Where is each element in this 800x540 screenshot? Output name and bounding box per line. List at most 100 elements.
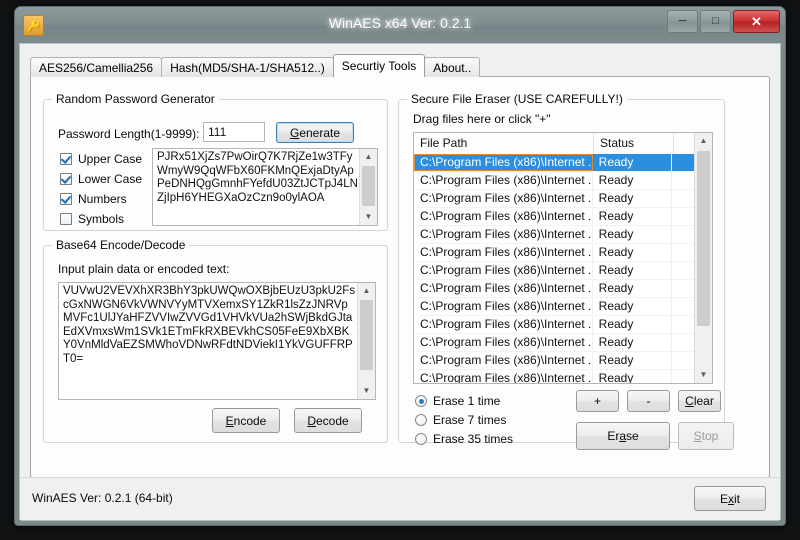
scroll-thumb[interactable] <box>362 166 375 206</box>
cell-file-path: C:\Program Files (x86)\Internet ... <box>414 334 593 351</box>
cell-file-path: C:\Program Files (x86)\Internet ... <box>414 172 593 189</box>
add-file-button-label: + <box>593 394 601 408</box>
remove-file-button[interactable]: - <box>627 390 670 412</box>
option-symbols-label: Symbols <box>78 212 125 226</box>
cell-file-path: C:\Program Files (x86)\Internet ... <box>414 280 593 297</box>
table-row[interactable]: C:\Program Files (x86)\Internet ... Ready <box>414 334 695 352</box>
table-row[interactable]: C:\Program Files (x86)\Internet ... Ready <box>414 172 695 190</box>
scroll-thumb[interactable] <box>697 151 710 326</box>
cell-status: Ready <box>593 244 673 261</box>
scroll-down-icon[interactable]: ▼ <box>358 383 375 399</box>
base64-scrollbar[interactable]: ▲ ▼ <box>357 283 375 399</box>
clear-list-button[interactable]: Clear <box>678 390 721 412</box>
cell-extra <box>672 244 695 261</box>
table-row[interactable]: C:\Program Files (x86)\Internet ... Ready <box>414 370 695 383</box>
column-header-file-path[interactable]: File Path <box>414 133 594 154</box>
cell-file-path: C:\Program Files (x86)\Internet ... <box>414 370 593 383</box>
checkbox-lower-case[interactable] <box>60 173 72 185</box>
cell-extra <box>672 298 695 315</box>
radio-erase-35-times[interactable] <box>415 433 427 445</box>
cell-status: Ready <box>593 334 673 351</box>
cell-status: Ready <box>593 280 673 297</box>
table-row[interactable]: C:\Program Files (x86)\Internet ... Ready <box>414 352 695 370</box>
option-numbers[interactable]: Numbers <box>60 192 127 206</box>
table-row[interactable]: C:\Program Files (x86)\Internet ... Ready <box>414 262 695 280</box>
erase-button[interactable]: Erase <box>576 422 670 450</box>
scroll-up-icon[interactable]: ▲ <box>358 283 375 299</box>
cell-extra <box>672 262 695 279</box>
erase-mode-35-times-label: Erase 35 times <box>433 432 514 446</box>
cell-extra <box>672 370 695 383</box>
option-upper-case-label: Upper Case <box>78 152 143 166</box>
scroll-up-icon[interactable]: ▲ <box>360 149 377 165</box>
erase-mode-7-times-label: Erase 7 times <box>433 413 507 427</box>
exit-button-label: Exit <box>719 491 740 506</box>
erase-mode-1-time-label: Erase 1 time <box>433 394 501 408</box>
title-bar[interactable]: 🔑 WinAES x64 Ver: 0.2.1 ─ □ ✕ <box>15 7 785 43</box>
table-row[interactable]: C:\Program Files (x86)\Internet ... Ready <box>414 298 695 316</box>
tab-hash[interactable]: Hash(MD5/SHA-1/SHA512..) <box>161 57 334 77</box>
base64-group: Base64 Encode/Decode Input plain data or… <box>43 238 388 443</box>
close-button[interactable]: ✕ <box>733 10 780 33</box>
checkbox-upper-case[interactable] <box>60 153 72 165</box>
decode-button-label: Decode <box>307 413 349 428</box>
stop-button: Stop <box>678 422 734 450</box>
scroll-down-icon[interactable]: ▼ <box>695 367 712 383</box>
erase-mode-7-times[interactable]: Erase 7 times <box>415 413 506 427</box>
cell-file-path: C:\Program Files (x86)\Internet ... <box>414 190 593 207</box>
exit-button[interactable]: Exit <box>694 486 766 511</box>
generated-password-output[interactable]: PJRx51XjZs7PwOirQ7K7RjZe1w3TFyWmyW9QqWFb… <box>152 148 378 226</box>
minimize-button[interactable]: ─ <box>667 10 698 33</box>
cell-file-path: C:\Program Files (x86)\Internet ... <box>414 244 593 261</box>
option-upper-case[interactable]: Upper Case <box>60 152 142 166</box>
cell-extra <box>672 172 695 189</box>
stop-button-label: Stop <box>693 429 719 443</box>
decode-button[interactable]: Decode <box>294 408 362 433</box>
table-row[interactable]: C:\Program Files (x86)\Internet ... Ready <box>414 208 695 226</box>
file-list-scrollbar[interactable]: ▲ ▼ <box>694 133 712 383</box>
checkbox-symbols[interactable] <box>60 213 72 225</box>
table-row[interactable]: C:\Program Files (x86)\Internet ... Ready <box>414 154 695 172</box>
secure-file-eraser-group: Secure File Eraser (USE CAREFULLY!) Drag… <box>398 92 734 450</box>
scroll-thumb[interactable] <box>360 300 373 370</box>
column-header-status[interactable]: Status <box>594 133 674 154</box>
cell-extra <box>672 316 695 333</box>
cell-extra <box>672 190 695 207</box>
erase-mode-1-time[interactable]: Erase 1 time <box>415 394 500 408</box>
table-row[interactable]: C:\Program Files (x86)\Internet ... Ready <box>414 190 695 208</box>
scroll-down-icon[interactable]: ▼ <box>360 209 377 225</box>
password-length-label: Password Length(1-9999): <box>58 127 200 141</box>
cell-status: Ready <box>593 154 673 171</box>
erase-mode-35-times[interactable]: Erase 35 times <box>415 432 513 446</box>
option-symbols[interactable]: Symbols <box>60 212 124 226</box>
base64-input-text: VUVwU2VEVXhXR3BhY3pkUWQwOXBjbEUzU3pkU2Fs… <box>63 285 356 365</box>
checkbox-numbers[interactable] <box>60 193 72 205</box>
generate-button[interactable]: Generate <box>276 122 354 143</box>
add-file-button[interactable]: + <box>576 390 619 412</box>
desktop-background: 🔑 WinAES x64 Ver: 0.2.1 ─ □ ✕ AES256/Cam… <box>0 0 800 540</box>
password-output-scrollbar[interactable]: ▲ ▼ <box>359 149 377 225</box>
table-row[interactable]: C:\Program Files (x86)\Internet ... Ready <box>414 226 695 244</box>
scroll-up-icon[interactable]: ▲ <box>695 133 712 149</box>
tab-aes256-camellia256[interactable]: AES256/Camellia256 <box>30 57 163 77</box>
radio-erase-7-times[interactable] <box>415 414 427 426</box>
cell-status: Ready <box>593 190 673 207</box>
table-row[interactable]: C:\Program Files (x86)\Internet ... Ready <box>414 316 695 334</box>
option-lower-case-label: Lower Case <box>78 172 143 186</box>
cell-extra <box>672 226 695 243</box>
password-length-input[interactable]: 111 <box>203 122 265 142</box>
base64-input-textarea[interactable]: VUVwU2VEVXhXR3BhY3pkUWQwOXBjbEUzU3pkU2Fs… <box>58 282 376 400</box>
tab-security-tools[interactable]: Securtiy Tools <box>332 54 426 77</box>
generate-button-label: Generate <box>289 125 341 140</box>
maximize-button[interactable]: □ <box>700 10 731 33</box>
cell-file-path: C:\Program Files (x86)\Internet ... <box>414 316 593 333</box>
encode-button-label: Encode <box>225 413 267 428</box>
option-lower-case[interactable]: Lower Case <box>60 172 142 186</box>
file-list[interactable]: File Path Status C:\Program Files (x86)\… <box>413 132 713 384</box>
encode-button[interactable]: Encode <box>212 408 280 433</box>
tab-about[interactable]: About.. <box>424 57 481 77</box>
table-row[interactable]: C:\Program Files (x86)\Internet ... Ready <box>414 280 695 298</box>
password-generator-legend: Random Password Generator <box>52 92 219 106</box>
radio-erase-1-time[interactable] <box>415 395 427 407</box>
table-row[interactable]: C:\Program Files (x86)\Internet ... Ready <box>414 244 695 262</box>
